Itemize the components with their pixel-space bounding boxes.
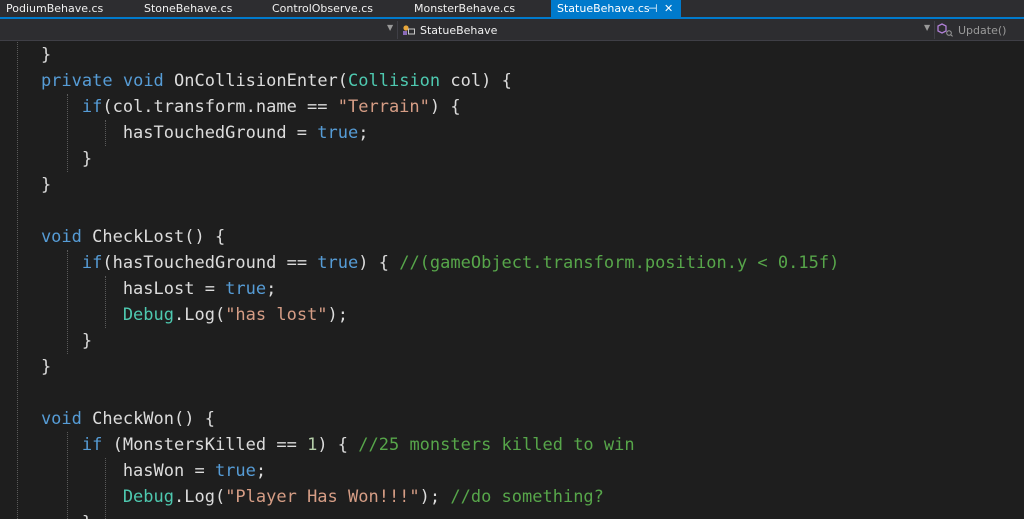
tab-label: MonsterBehave.cs: [414, 2, 516, 15]
code-token: OnCollisionEnter(: [163, 71, 349, 91]
pin-icon[interactable]: ⊣: [648, 0, 658, 17]
code-line[interactable]: void CheckWon() {: [0, 406, 1024, 432]
tab-monsterbehave[interactable]: MonsterBehave.cs: [408, 0, 551, 17]
code-token: true: [317, 253, 359, 273]
code-line[interactable]: if (MonstersKilled == 1) { //25 monsters…: [0, 432, 1024, 458]
code-token: }: [0, 513, 92, 519]
member-dropdown[interactable]: Update(): [937, 19, 1006, 41]
code-line[interactable]: hasWon = true;: [0, 458, 1024, 484]
code-token: //25 monsters killed to win: [358, 435, 635, 455]
ide-window: PodiumBehave.cs StoneBehave.cs ControlOb…: [0, 0, 1024, 519]
code-token: .Log(: [174, 305, 226, 325]
code-line[interactable]: }: [0, 42, 1024, 68]
code-token: ) {: [317, 435, 359, 455]
code-line[interactable]: if(hasTouchedGround == true) { //(gameOb…: [0, 250, 1024, 276]
code-token: Debug: [0, 487, 174, 507]
close-icon[interactable]: ✕: [664, 0, 673, 17]
code-token: }: [0, 175, 52, 195]
method-icon: [937, 23, 953, 37]
code-line[interactable]: private void OnCollisionEnter(Collision …: [0, 68, 1024, 94]
code-line[interactable]: Debug.Log("has lost");: [0, 302, 1024, 328]
tab-stonebehave[interactable]: StoneBehave.cs: [138, 0, 266, 17]
code-token: "Terrain": [337, 97, 430, 117]
code-token: void: [0, 227, 82, 247]
document-tab-bar: PodiumBehave.cs StoneBehave.cs ControlOb…: [0, 0, 1024, 19]
code-token: //(gameObject.transform.position.y < 0.1…: [399, 253, 840, 273]
tab-label: ControlObserve.cs: [272, 2, 373, 15]
code-token: ;: [266, 279, 277, 299]
class-dropdown-arrow-icon[interactable]: ▼: [924, 23, 930, 32]
code-token: if: [0, 435, 103, 455]
code-line[interactable]: hasTouchedGround = true;: [0, 120, 1024, 146]
code-token: .Log(: [174, 487, 226, 507]
class-name: StatueBehave: [420, 23, 498, 37]
tab-label: StatueBehave.cs: [557, 2, 650, 15]
code-token: if: [0, 97, 103, 117]
code-editor[interactable]: } private void OnCollisionEnter(Collisio…: [0, 42, 1024, 519]
tab-label: PodiumBehave.cs: [6, 2, 104, 15]
code-token: hasTouchedGround =: [0, 123, 318, 143]
code-token: if: [0, 253, 103, 273]
code-line[interactable]: [0, 198, 1024, 224]
code-token: );: [419, 487, 451, 507]
code-token: //do something?: [450, 487, 604, 507]
code-line[interactable]: }: [0, 354, 1024, 380]
tab-label: StoneBehave.cs: [144, 2, 233, 15]
code-token: 1: [307, 435, 318, 455]
code-token: (MonstersKilled ==: [102, 435, 308, 455]
code-token: ;: [255, 461, 267, 481]
code-line[interactable]: [0, 380, 1024, 406]
nav-divider: [397, 21, 398, 39]
class-icon: [403, 25, 415, 35]
code-token: void: [0, 409, 82, 429]
code-line[interactable]: }: [0, 172, 1024, 198]
code-line[interactable]: if(col.transform.name == "Terrain") {: [0, 94, 1024, 120]
code-line[interactable]: Debug.Log("Player Has Won!!!"); //do som…: [0, 484, 1024, 510]
code-line[interactable]: }: [0, 510, 1024, 519]
code-token: col) {: [440, 71, 512, 91]
member-name: Update(): [958, 23, 1007, 37]
navigation-bar: ▼ StatueBehave ▼ Update(): [0, 19, 1024, 41]
class-dropdown[interactable]: StatueBehave: [402, 19, 497, 41]
code-token: hasLost =: [0, 279, 226, 299]
code-token: }: [0, 331, 93, 351]
nav-divider: [934, 21, 935, 39]
code-token: true: [225, 279, 267, 299]
code-token: }: [0, 149, 93, 169]
code-token: (col.transform.name ==: [102, 97, 338, 117]
code-token: Collision: [348, 71, 441, 91]
code-token: );: [327, 305, 349, 325]
code-line[interactable]: void CheckLost() {: [0, 224, 1024, 250]
code-token: }: [0, 45, 52, 65]
code-token: private: [0, 71, 113, 91]
code-token: CheckLost() {: [81, 227, 226, 247]
code-token: ) {: [429, 97, 461, 117]
code-token: ;: [358, 123, 369, 143]
code-token: (hasTouchedGround ==: [102, 253, 318, 273]
code-token: CheckWon() {: [81, 409, 215, 429]
code-token: true: [214, 461, 256, 481]
code-token: Debug: [0, 305, 174, 325]
code-token: "Player Has Won!!!": [225, 487, 420, 507]
tab-controlobserve[interactable]: ControlObserve.cs: [266, 0, 408, 17]
project-dropdown-arrow-icon[interactable]: ▼: [387, 23, 393, 32]
tab-podiumbehave[interactable]: PodiumBehave.cs: [0, 0, 128, 17]
code-token: ) {: [358, 253, 400, 273]
code-token: void: [122, 71, 164, 91]
code-token: true: [317, 123, 359, 143]
code-line[interactable]: hasLost = true;: [0, 276, 1024, 302]
tab-statuebehave[interactable]: StatueBehave.cs ⊣ ✕: [551, 0, 681, 17]
code-line[interactable]: }: [0, 328, 1024, 354]
code-token: }: [0, 357, 52, 377]
code-token: hasWon =: [0, 461, 215, 481]
code-token: "has lost": [225, 305, 328, 325]
code-line[interactable]: }: [0, 146, 1024, 172]
